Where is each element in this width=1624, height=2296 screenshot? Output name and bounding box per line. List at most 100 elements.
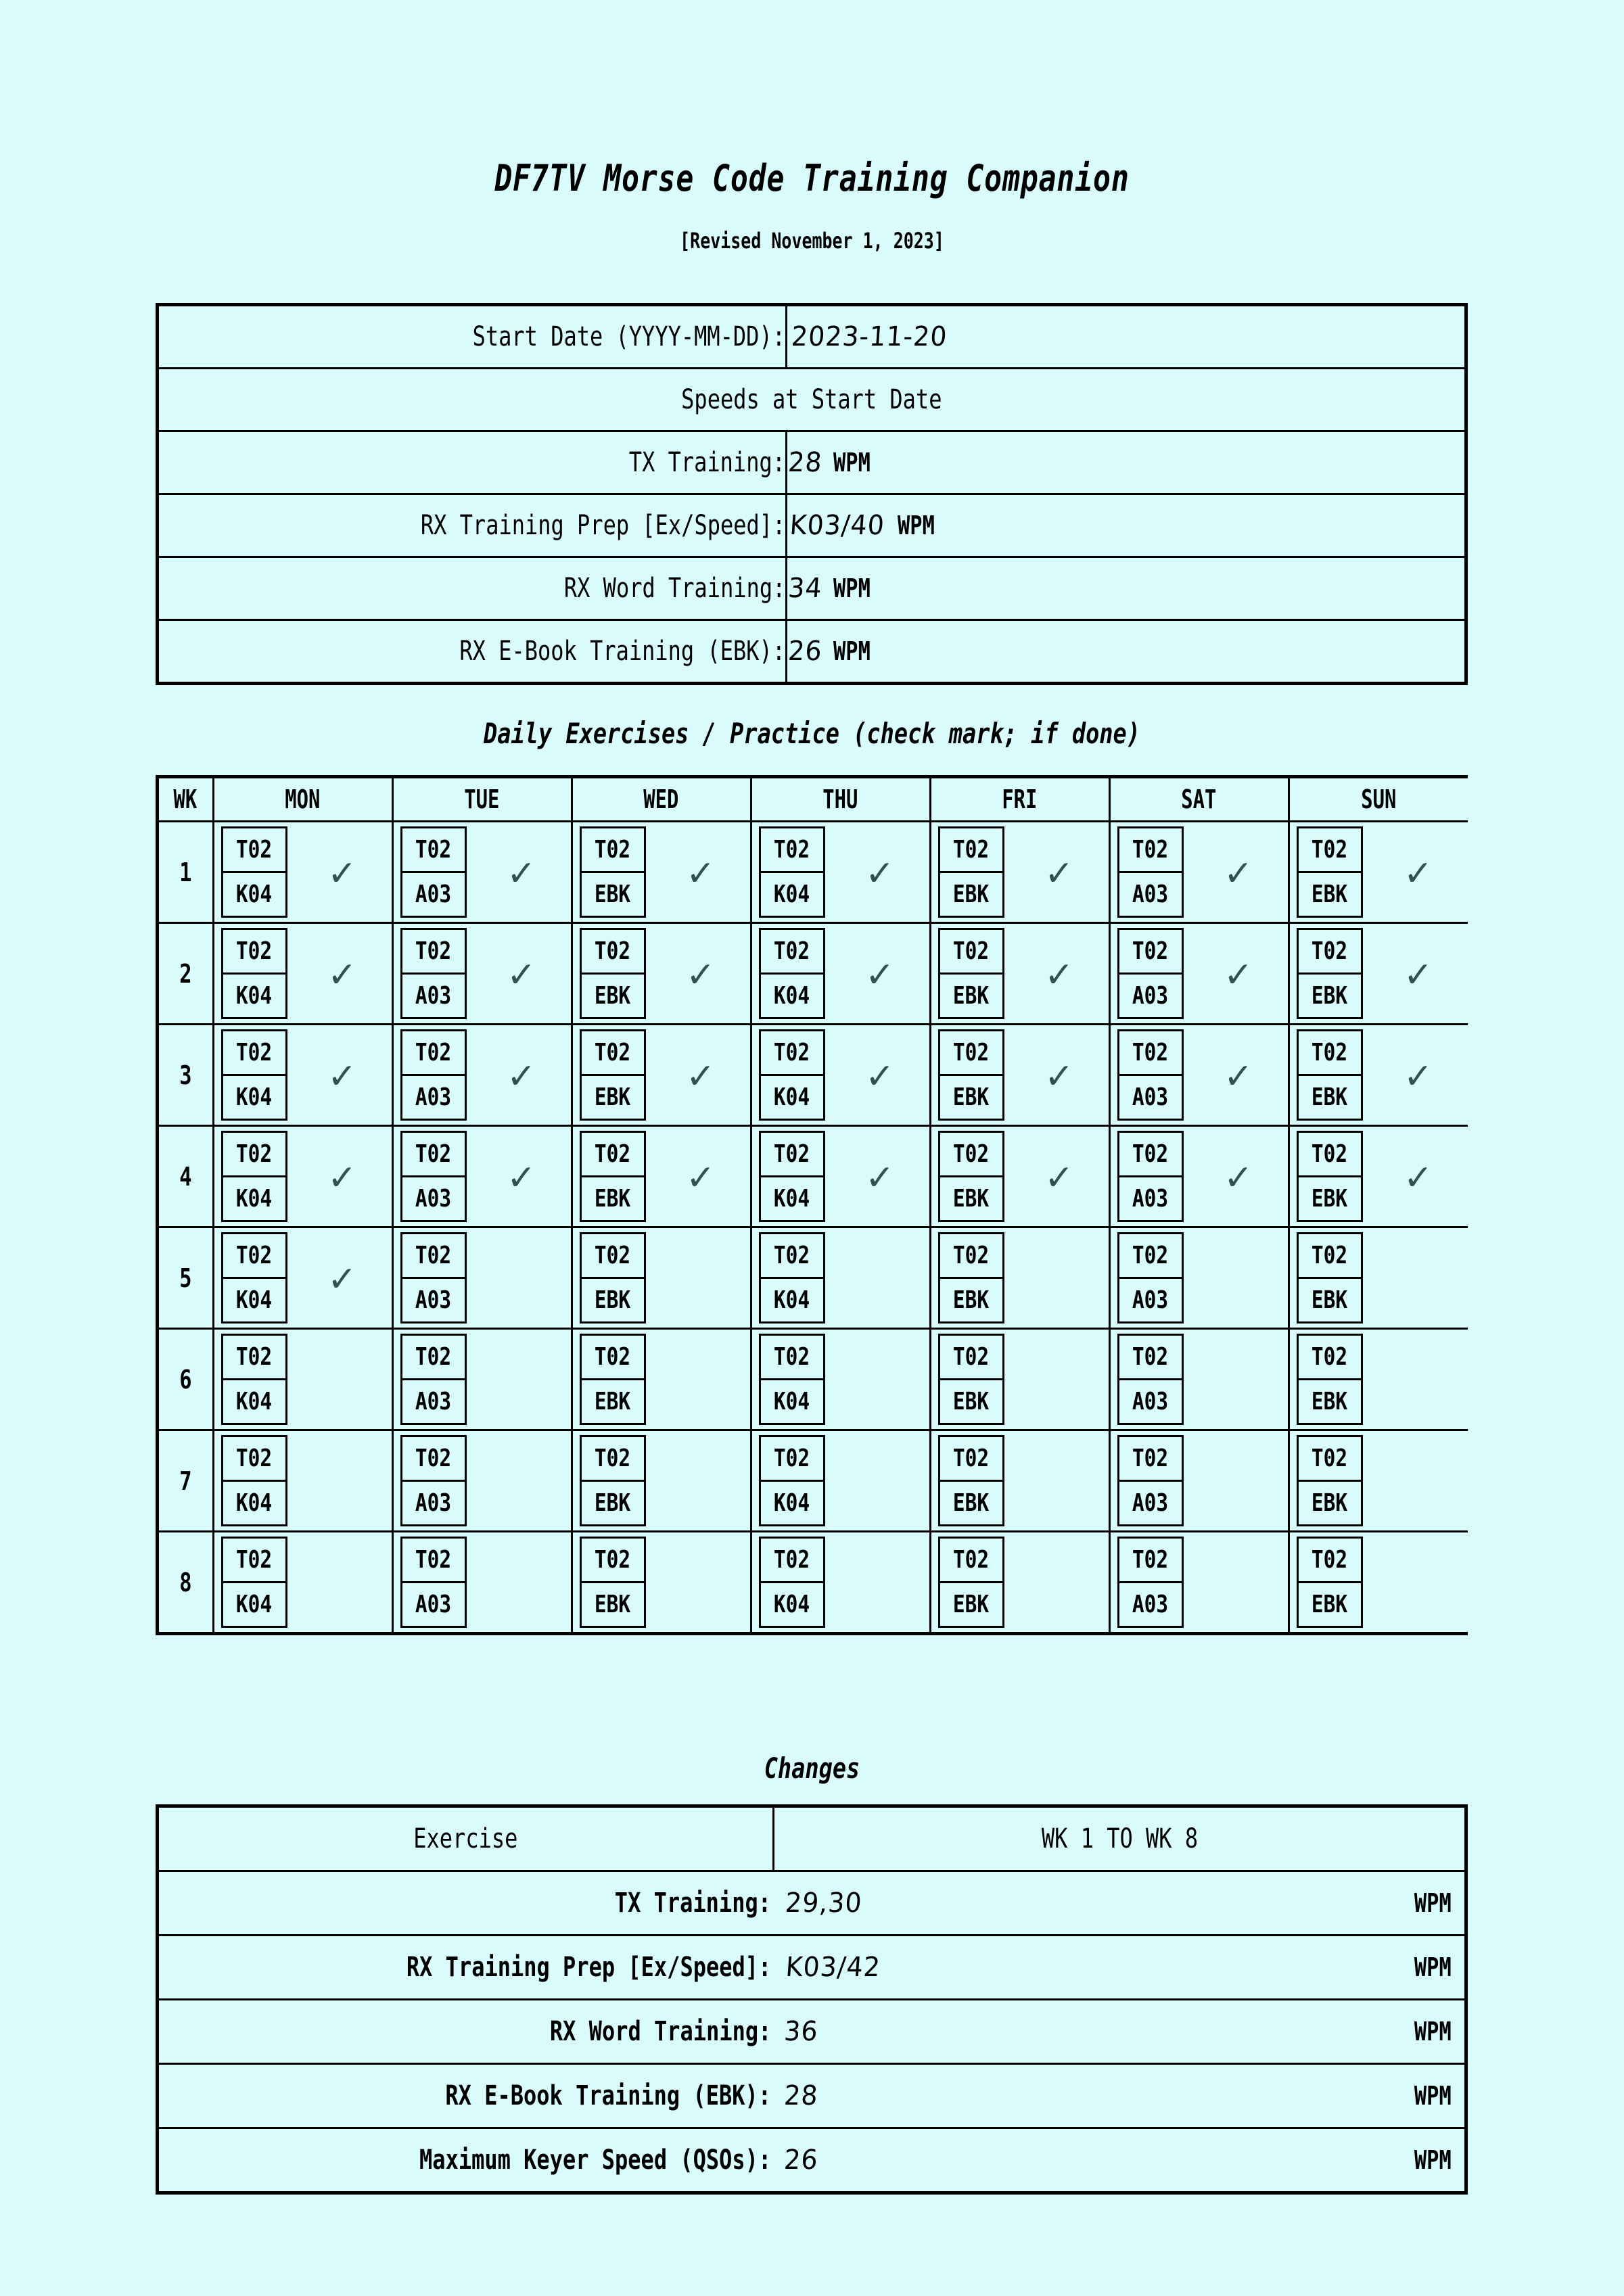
changes-value[interactable]: 26 <box>783 2145 1464 2176</box>
exercise-code-top: T02 <box>760 828 824 873</box>
checkbox-cell-sun[interactable]: ✓ <box>1368 1530 1468 1632</box>
checkbox-cell-fri[interactable]: ✓ <box>1010 1328 1111 1431</box>
checkbox-cell-thu[interactable]: ✓ <box>831 820 931 924</box>
exercise-code-top: T02 <box>1119 1539 1182 1583</box>
checkbox-cell-fri[interactable]: ✓ <box>1010 820 1111 924</box>
checkbox-cell-thu[interactable]: ✓ <box>831 1429 931 1532</box>
checkbox-cell-mon[interactable]: ✓ <box>293 1429 394 1532</box>
exercise-code-top: T02 <box>939 1336 1003 1380</box>
checkbox-cell-thu[interactable]: ✓ <box>831 1023 931 1127</box>
exercise-cell-sat: T02 A03 <box>1108 1226 1190 1330</box>
checkbox-cell-sat[interactable]: ✓ <box>1189 1530 1290 1632</box>
checkbox-cell-tue[interactable]: ✓ <box>472 820 573 924</box>
page-title: DF7TV Morse Code Training Companion <box>494 157 1130 200</box>
exercise-code-bottom: K04 <box>774 1286 810 1314</box>
rx-prep-value[interactable]: K03/40 WPM <box>785 493 1464 558</box>
changes-value[interactable]: 28 <box>783 2080 1464 2111</box>
checkbox-cell-fri[interactable]: ✓ <box>1010 1023 1111 1127</box>
checkbox-cell-fri[interactable]: ✓ <box>1010 1530 1111 1632</box>
exercise-pair: T02 EBK <box>579 1029 647 1121</box>
checkbox-cell-tue[interactable]: ✓ <box>472 922 573 1025</box>
checkbox-cell-sun[interactable]: ✓ <box>1368 1125 1468 1228</box>
checkbox-cell-sat[interactable]: ✓ <box>1189 922 1290 1025</box>
checkbox-cell-tue[interactable]: ✓ <box>472 1226 573 1330</box>
tx-training-label: TX Training: <box>159 430 788 495</box>
checkbox-cell-sun[interactable]: ✓ <box>1368 1429 1468 1532</box>
checkbox-cell-sun[interactable]: ✓ <box>1368 1226 1468 1330</box>
checkbox-cell-wed[interactable]: ✓ <box>651 1125 752 1228</box>
checkbox-cell-mon[interactable]: ✓ <box>293 922 394 1025</box>
checkbox-cell-mon[interactable]: ✓ <box>293 1023 394 1127</box>
exercise-code-bottom: K04 <box>774 1083 810 1111</box>
checkbox-cell-tue[interactable]: ✓ <box>472 1023 573 1127</box>
checkbox-cell-wed[interactable]: ✓ <box>651 1226 752 1330</box>
changes-label: TX Training: <box>614 1888 771 1919</box>
checkbox-cell-sun[interactable]: ✓ <box>1368 1328 1468 1431</box>
check-mark-icon: ✓ <box>1403 853 1433 894</box>
changes-value[interactable]: K03/42 <box>783 1952 1464 1983</box>
settings-table: Start Date (YYYY-MM-DD): 2023-11-20 Spee… <box>156 303 1468 685</box>
checkbox-cell-sat[interactable]: ✓ <box>1189 1226 1290 1330</box>
checkbox-cell-sat[interactable]: ✓ <box>1189 820 1290 924</box>
exercise-cell-fri: T02 EBK <box>929 1125 1011 1228</box>
wpm-unit: WPM <box>1414 2145 1452 2175</box>
checkbox-cell-wed[interactable]: ✓ <box>651 1429 752 1532</box>
checkbox-cell-sat[interactable]: ✓ <box>1189 1125 1290 1228</box>
checkbox-cell-wed[interactable]: ✓ <box>651 1530 752 1632</box>
exercise-cell-thu: T02 K04 <box>749 1023 831 1127</box>
exercise-pair: T02 A03 <box>400 1537 467 1628</box>
checkbox-cell-tue[interactable]: ✓ <box>472 1530 573 1632</box>
checkbox-cell-mon[interactable]: ✓ <box>293 1125 394 1228</box>
exercise-code-top: T02 <box>581 1336 645 1380</box>
exercise-code-bottom: K04 <box>236 881 273 908</box>
rx-prep-label: RX Training Prep [Ex/Speed]: <box>159 493 788 558</box>
checkbox-cell-fri[interactable]: ✓ <box>1010 1226 1111 1330</box>
checkbox-cell-thu[interactable]: ✓ <box>831 1226 931 1330</box>
checkbox-cell-mon[interactable]: ✓ <box>293 820 394 924</box>
checkbox-cell-sat[interactable]: ✓ <box>1189 1429 1290 1532</box>
check-mark-icon: ✓ <box>686 853 716 894</box>
checkbox-cell-sun[interactable]: ✓ <box>1368 820 1468 924</box>
checkbox-cell-wed[interactable]: ✓ <box>651 922 752 1025</box>
rx-ebook-value[interactable]: 26 WPM <box>785 619 1464 682</box>
checkbox-cell-tue[interactable]: ✓ <box>472 1125 573 1228</box>
checkbox-cell-wed[interactable]: ✓ <box>651 820 752 924</box>
checkbox-cell-sat[interactable]: ✓ <box>1189 1328 1290 1431</box>
checkbox-cell-mon[interactable]: ✓ <box>293 1328 394 1431</box>
checkbox-cell-mon[interactable]: ✓ <box>293 1226 394 1330</box>
changes-title: Changes <box>764 1752 860 1785</box>
checkbox-cell-fri[interactable]: ✓ <box>1010 1429 1111 1532</box>
exercise-pair: T02 K04 <box>758 1334 826 1425</box>
exercise-code-bottom: EBK <box>595 1083 631 1111</box>
check-mark-icon: ✓ <box>506 853 536 894</box>
exercise-pair: T02 K04 <box>221 1435 287 1526</box>
rx-word-value[interactable]: 34 WPM <box>785 556 1464 621</box>
tx-training-value[interactable]: 28 WPM <box>785 430 1464 495</box>
rx-word-label: RX Word Training: <box>159 556 788 621</box>
checkbox-cell-thu[interactable]: ✓ <box>831 1530 931 1632</box>
exercise-pair: T02 A03 <box>1117 1029 1184 1121</box>
checkbox-cell-wed[interactable]: ✓ <box>651 1023 752 1127</box>
checkbox-cell-sun[interactable]: ✓ <box>1368 922 1468 1025</box>
changes-value[interactable]: 36 <box>783 2016 1464 2047</box>
check-mark-icon: ✓ <box>865 1157 895 1198</box>
changes-label: RX E-Book Training (EBK): <box>445 2080 771 2111</box>
checkbox-cell-thu[interactable]: ✓ <box>831 922 931 1025</box>
checkbox-cell-tue[interactable]: ✓ <box>472 1429 573 1532</box>
checkbox-cell-fri[interactable]: ✓ <box>1010 922 1111 1025</box>
checkbox-cell-sun[interactable]: ✓ <box>1368 1023 1468 1127</box>
checkbox-cell-thu[interactable]: ✓ <box>831 1125 931 1228</box>
check-mark-icon: ✓ <box>327 1056 357 1097</box>
changes-value[interactable]: 29,30 <box>783 1888 1464 1919</box>
checkbox-cell-mon[interactable]: ✓ <box>293 1530 394 1632</box>
checkbox-cell-fri[interactable]: ✓ <box>1010 1125 1111 1228</box>
start-date-value[interactable]: 2023-11-20 <box>785 306 1464 369</box>
changes-label: Maximum Keyer Speed (QSOs): <box>419 2145 771 2176</box>
exercise-code-top: T02 <box>223 1539 285 1583</box>
checkbox-cell-wed[interactable]: ✓ <box>651 1328 752 1431</box>
checkbox-cell-sat[interactable]: ✓ <box>1189 1023 1290 1127</box>
checkbox-cell-thu[interactable]: ✓ <box>831 1328 931 1431</box>
exercise-code-top: T02 <box>402 1031 465 1076</box>
checkbox-cell-tue[interactable]: ✓ <box>472 1328 573 1431</box>
check-mark-icon: ✓ <box>506 1056 536 1097</box>
